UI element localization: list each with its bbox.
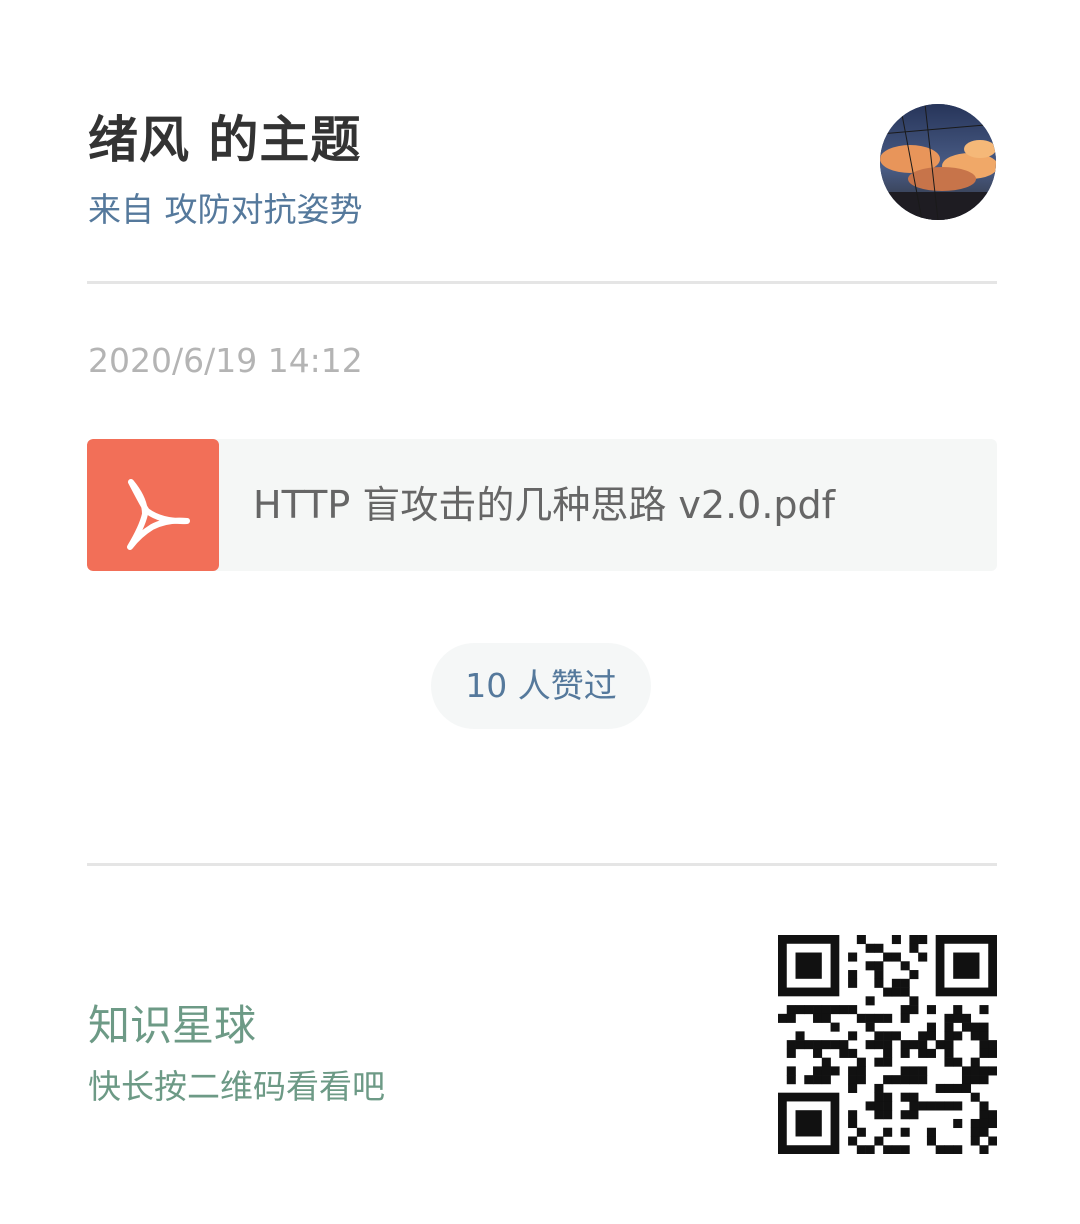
- avatar-image: [880, 104, 996, 220]
- qr-code-image: [778, 935, 997, 1154]
- attachment-file-name: HTTP 盲攻击的几种思路 v2.0.pdf: [253, 483, 836, 527]
- pdf-icon: [87, 439, 219, 571]
- avatar[interactable]: [880, 104, 996, 220]
- topic-source-group[interactable]: 来自 攻防对抗姿势: [88, 183, 363, 231]
- footer-divider: [87, 863, 997, 866]
- brand-name: 知识星球: [88, 1001, 257, 1050]
- qr-hint: 快长按二维码看看吧: [88, 1067, 385, 1106]
- likes-button[interactable]: 10 人赞过: [431, 643, 651, 729]
- attachment-card[interactable]: HTTP 盲攻击的几种思路 v2.0.pdf: [87, 439, 997, 571]
- post-timestamp: 2020/6/19 14:12: [88, 341, 363, 380]
- topic-title: 绪风 的主题: [88, 111, 362, 169]
- header-divider: [87, 281, 997, 284]
- qr-code[interactable]: [778, 935, 997, 1154]
